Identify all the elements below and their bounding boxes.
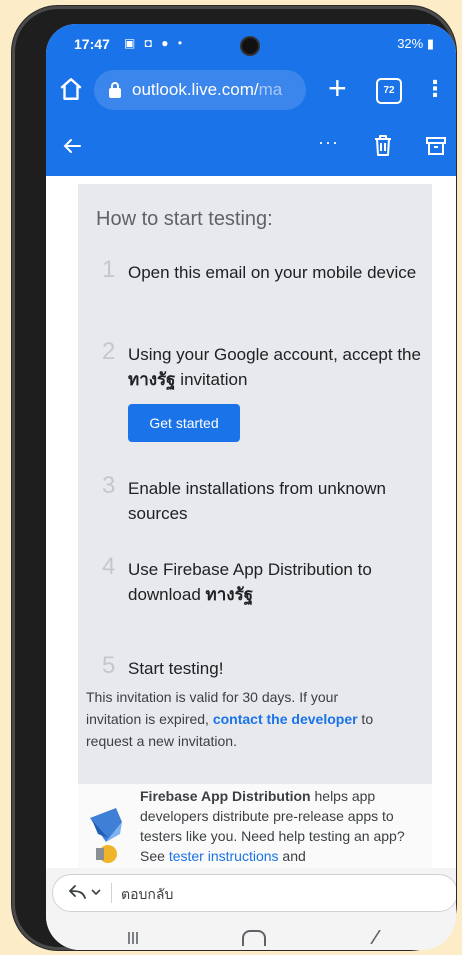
android-nav-bar: [46, 918, 456, 950]
mail-toolbar: ···: [46, 118, 456, 176]
notification-icons: ▣ ◘ ● •: [124, 36, 186, 50]
firebase-logo-icon: [90, 808, 122, 863]
firebase-footer: Firebase App Distribution helps app deve…: [78, 784, 432, 868]
step-number: 2: [102, 338, 116, 365]
status-time: 17:47: [74, 36, 110, 52]
step-text: Using your Google account, accept the ทา…: [128, 342, 428, 392]
status-right: 32% ▮: [397, 36, 434, 51]
home-button-icon[interactable]: [242, 930, 266, 946]
reply-button[interactable]: ตอบกลับ: [52, 874, 456, 912]
step-text: Enable installations from unknown source…: [128, 479, 386, 523]
screen: 17:47 ▣ ◘ ● • 32% ▮ outlook.live.com/ma …: [46, 24, 456, 950]
recent-apps-icon[interactable]: [126, 930, 140, 944]
divider: [111, 883, 112, 903]
url-fade: ma: [258, 80, 283, 99]
new-tab-icon[interactable]: +: [328, 70, 347, 106]
step-number: 5: [102, 652, 116, 679]
reply-icon: [68, 885, 86, 899]
address-bar[interactable]: outlook.live.com/ma: [94, 70, 306, 110]
tab-count-button[interactable]: 72: [376, 78, 402, 104]
step-number: 1: [102, 256, 116, 283]
step-number: 4: [102, 553, 116, 580]
status-bar: 17:47 ▣ ◘ ● • 32% ▮: [46, 24, 456, 62]
step-text: Start testing!: [128, 659, 224, 678]
nav-back-icon[interactable]: [368, 930, 382, 944]
phone-frame: 17:47 ▣ ◘ ● • 32% ▮ outlook.live.com/ma …: [12, 6, 456, 950]
step-text: Open this email on your mobile device: [128, 263, 417, 282]
back-arrow-icon[interactable]: [60, 134, 84, 158]
front-camera: [242, 38, 258, 54]
validity-note: This invitation is valid for 30 days. If…: [86, 686, 386, 752]
firebase-description: Firebase App Distribution helps app deve…: [140, 786, 430, 866]
app-name: ทางรัฐ: [128, 370, 176, 389]
step-number: 3: [102, 472, 116, 499]
step-2-before: Using your Google account, accept the: [128, 345, 421, 364]
archive-icon[interactable]: [424, 134, 448, 158]
overflow-menu-icon[interactable]: ⋮: [424, 74, 446, 104]
lock-icon: [109, 82, 121, 98]
home-icon[interactable]: [58, 76, 84, 102]
contact-developer-link[interactable]: contact the developer: [213, 711, 358, 727]
email-body: How to start testing: 1 Open this email …: [46, 176, 456, 868]
reply-bar: ตอบกลับ: [46, 868, 456, 918]
footer-after: and: [278, 848, 306, 864]
url-text: outlook.live.com/ma: [132, 80, 282, 100]
more-options-icon[interactable]: ···: [318, 132, 339, 153]
step-text: Use Firebase App Distribution to downloa…: [128, 557, 428, 607]
tester-instructions-link[interactable]: tester instructions: [169, 848, 279, 864]
chevron-down-icon[interactable]: [91, 888, 101, 896]
battery-percent: 32%: [397, 36, 424, 51]
reply-label: ตอบกลับ: [121, 886, 174, 902]
firebase-name: Firebase App Distribution: [140, 788, 311, 804]
browser-toolbar: outlook.live.com/ma + 72 ⋮: [46, 62, 456, 118]
app-name: ทางรัฐ: [205, 585, 254, 604]
url-main: outlook.live.com/: [132, 80, 259, 99]
step-2-after: invitation: [175, 370, 248, 389]
trash-icon[interactable]: [372, 134, 394, 158]
instructions-heading: How to start testing:: [96, 208, 273, 230]
get-started-button[interactable]: Get started: [128, 404, 240, 442]
